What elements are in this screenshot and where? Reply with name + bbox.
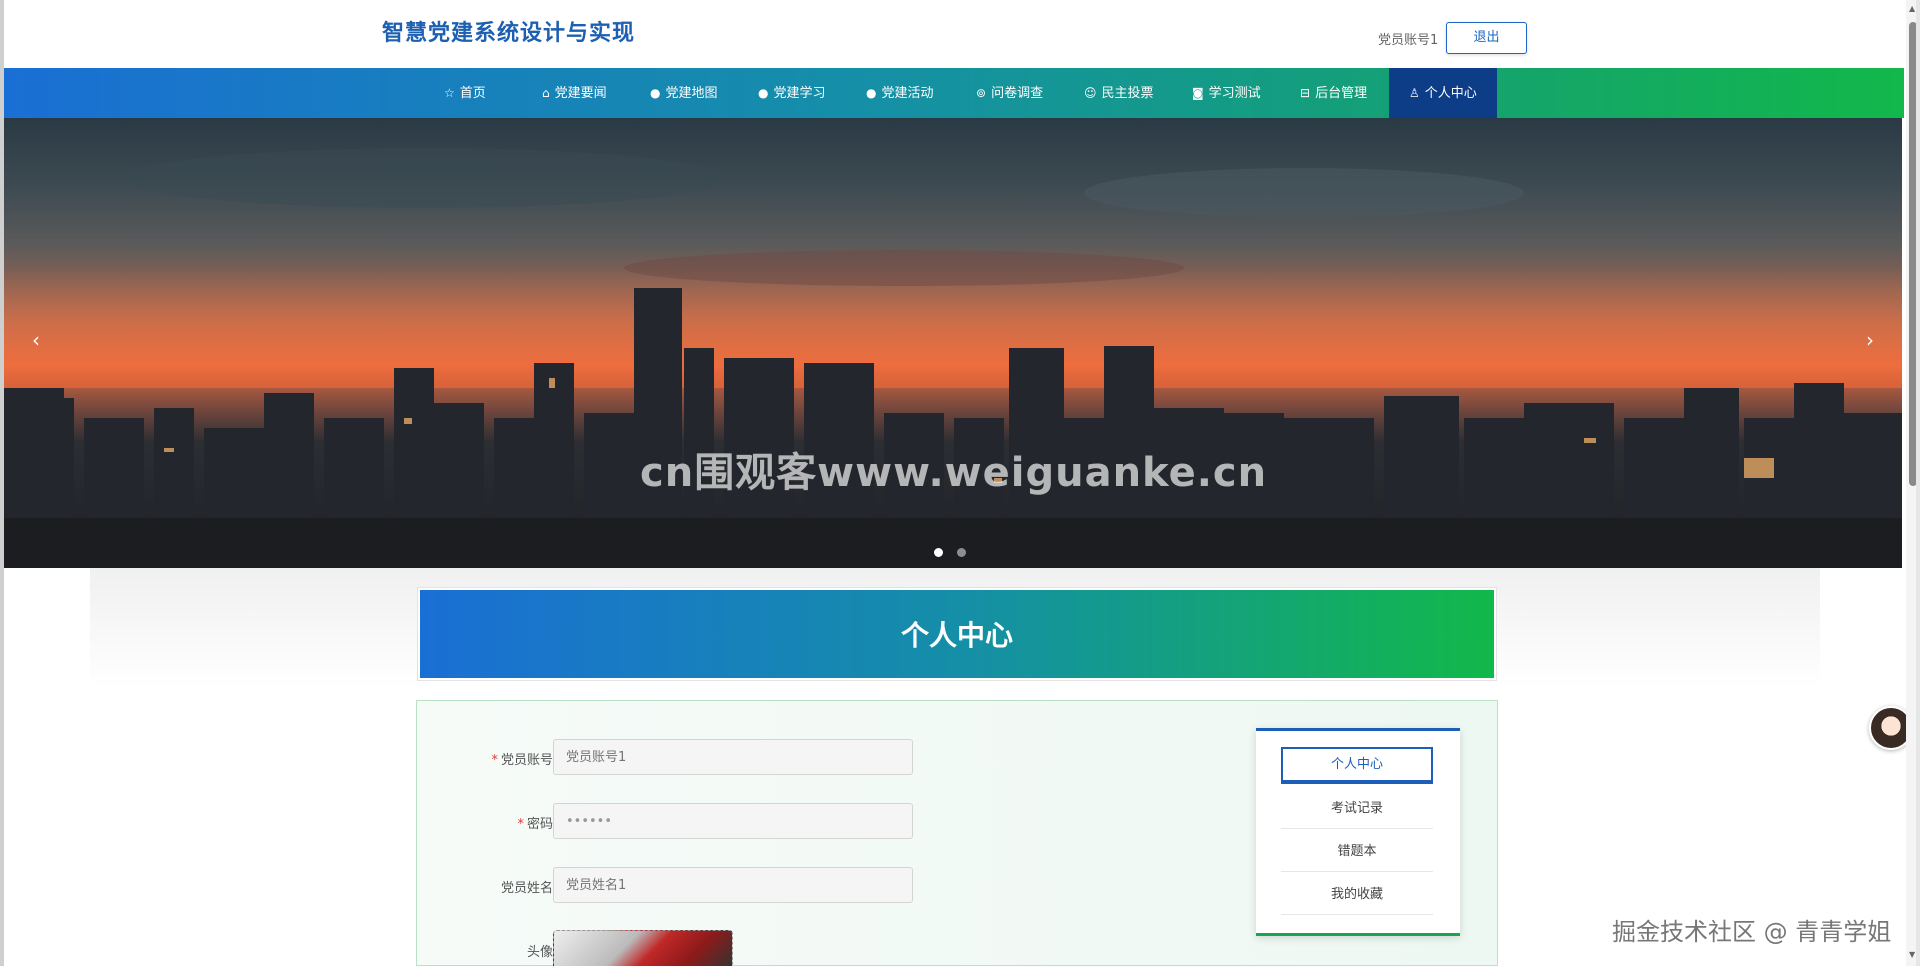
profile-side-menu: 个人中心 考试记录 错题本 我的收藏 bbox=[1256, 728, 1460, 936]
nav-label: 党建活动 bbox=[881, 86, 934, 101]
main-nav: ☆ 首页 ⌂ 党建要闻 ● 党建地图 ● 党建学习 ● 党建活动 ⊚ 问卷调查 ☺ 民主投票 … bbox=[4, 68, 1904, 118]
avatar-upload-image[interactable] bbox=[553, 930, 733, 966]
carousel-dot[interactable] bbox=[957, 548, 966, 557]
nav-item-survey[interactable]: ⊚ 问卷调查 bbox=[976, 68, 1043, 118]
section-header: 个人中心 bbox=[418, 588, 1496, 680]
required-mark: * bbox=[491, 753, 498, 768]
corner-watermark: 掘金技术社区 @ 青青学姐 bbox=[1612, 918, 1892, 946]
carousel-indicators bbox=[934, 542, 980, 561]
side-menu-item-exam-records[interactable]: 考试记录 bbox=[1281, 789, 1433, 829]
banner-carousel: ‹ › cn围观客www.weiguanke.cn bbox=[4, 118, 1902, 568]
question-icon: ● bbox=[758, 86, 769, 100]
nav-item-test[interactable]: ◙ 学习测试 bbox=[1192, 68, 1261, 118]
page: 智慧党建系统设计与实现 党员账号1 退出 ☆ 首页 ⌂ 党建要闻 ● 党建地图 ● 党建… bbox=[0, 0, 1920, 966]
nav-item-activity[interactable]: ● 党建活动 bbox=[866, 68, 934, 118]
password-input[interactable] bbox=[553, 803, 913, 839]
camera-icon: ◙ bbox=[1192, 86, 1204, 100]
nav-label: 党建地图 bbox=[665, 86, 718, 101]
nav-label: 问卷调查 bbox=[991, 86, 1044, 101]
info-icon: ● bbox=[866, 86, 877, 100]
account-label: * 党员账号 bbox=[417, 749, 553, 768]
scroll-thumb[interactable] bbox=[1909, 22, 1916, 486]
account-label-text: 党员账号 bbox=[500, 753, 553, 768]
nav-item-profile[interactable]: ♙ 个人中心 bbox=[1389, 68, 1497, 118]
star-icon: ☆ bbox=[444, 86, 455, 100]
nav-label: 学习测试 bbox=[1208, 86, 1261, 101]
nav-label: 党建要闻 bbox=[554, 86, 607, 101]
top-header: 智慧党建系统设计与实现 党员账号1 退出 bbox=[4, 0, 1904, 68]
page-scrollbar[interactable]: ▲ ▼ bbox=[1906, 0, 1916, 966]
nav-label: 首页 bbox=[459, 86, 486, 101]
nav-item-vote[interactable]: ☺ 民主投票 bbox=[1084, 68, 1154, 118]
city-skyline-image bbox=[4, 148, 1902, 568]
section-title: 个人中心 bbox=[900, 619, 1013, 652]
carousel-prev-arrow[interactable]: ‹ bbox=[32, 328, 40, 352]
carousel-next-arrow[interactable]: › bbox=[1866, 328, 1874, 352]
nav-item-map[interactable]: ● 党建地图 bbox=[650, 68, 718, 118]
nav-label: 个人中心 bbox=[1424, 86, 1477, 101]
password-label-text: 密码 bbox=[526, 817, 553, 832]
nav-item-news[interactable]: ⌂ 党建要闻 bbox=[542, 68, 607, 118]
nav-label: 党建学习 bbox=[773, 86, 826, 101]
scroll-up-arrow-icon[interactable]: ▲ bbox=[1909, 4, 1915, 13]
logout-button[interactable]: 退出 bbox=[1446, 22, 1527, 54]
scroll-down-arrow-icon[interactable]: ▼ bbox=[1909, 950, 1915, 959]
carousel-dot[interactable] bbox=[934, 548, 943, 557]
info-icon: ● bbox=[650, 86, 661, 100]
account-name: 党员账号1 bbox=[1378, 33, 1439, 48]
account-input[interactable] bbox=[553, 739, 913, 775]
nav-label: 后台管理 bbox=[1315, 86, 1368, 101]
side-menu-item-profile[interactable]: 个人中心 bbox=[1281, 747, 1433, 782]
nav-label: 民主投票 bbox=[1101, 86, 1154, 101]
site-title: 智慧党建系统设计与实现 bbox=[382, 21, 636, 46]
settings-icon: ⊚ bbox=[976, 86, 987, 100]
smile-icon: ☺ bbox=[1084, 86, 1097, 100]
required-mark: * bbox=[517, 817, 524, 832]
user-icon: ♙ bbox=[1409, 86, 1420, 100]
avatar-label: 头像 bbox=[526, 945, 553, 960]
nav-item-study[interactable]: ● 党建学习 bbox=[758, 68, 826, 118]
password-label: * 密码 bbox=[417, 813, 553, 832]
name-label: 党员姓名 bbox=[500, 881, 553, 896]
side-menu-item-favorites[interactable]: 我的收藏 bbox=[1281, 875, 1433, 915]
banner-watermark: cn围观客www.weiguanke.cn bbox=[640, 450, 1268, 496]
gift-icon: ⊟ bbox=[1300, 86, 1311, 100]
bag-icon: ⌂ bbox=[542, 86, 550, 100]
name-input[interactable] bbox=[553, 867, 913, 903]
side-menu-item-wrong-questions[interactable]: 错题本 bbox=[1281, 832, 1433, 872]
nav-item-home[interactable]: ☆ 首页 bbox=[444, 68, 486, 118]
nav-item-admin[interactable]: ⊟ 后台管理 bbox=[1300, 68, 1367, 118]
